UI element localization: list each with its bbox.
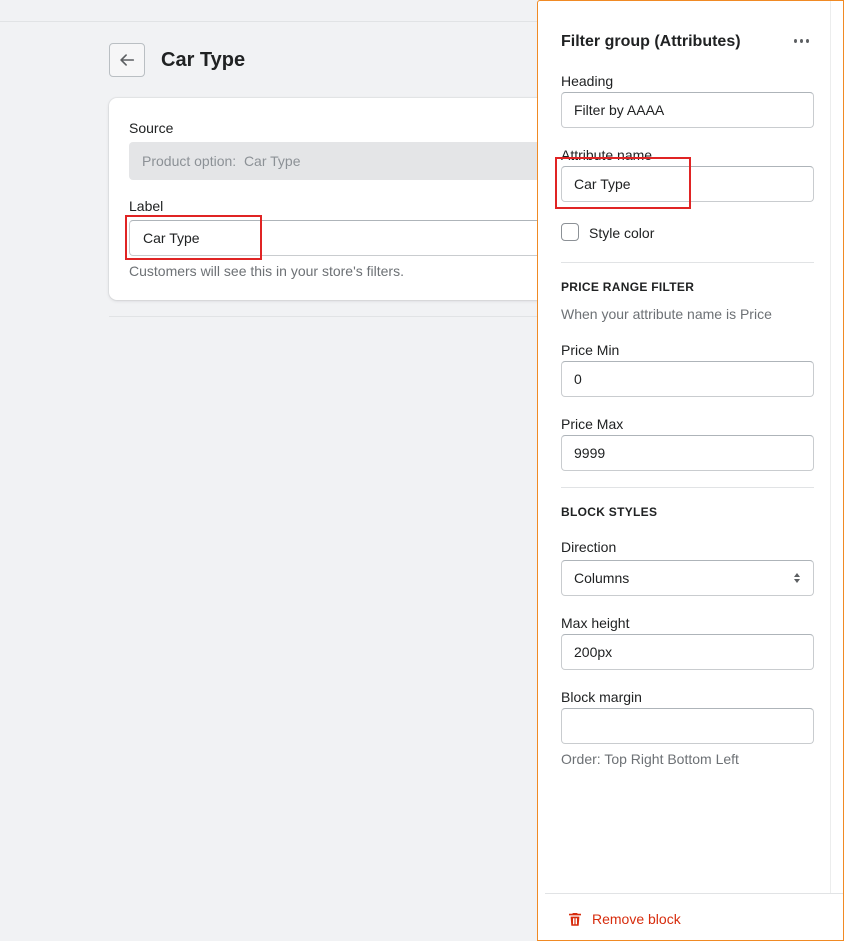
price-min-input[interactable]: 0 [561, 361, 814, 397]
direction-select-value: Columns [574, 570, 630, 586]
style-color-label: Style color [589, 225, 655, 241]
section-divider [561, 487, 814, 488]
arrow-left-icon [120, 54, 135, 66]
content-divider [109, 316, 539, 317]
attribute-name-input[interactable]: Car Type [561, 166, 814, 202]
price-max-input[interactable]: 9999 [561, 435, 814, 471]
block-styles-section-title: BLOCK STYLES [561, 505, 658, 519]
panel-title: Filter group (Attributes) [561, 33, 741, 50]
label-label: Label [129, 198, 164, 214]
style-color-checkbox[interactable] [561, 223, 579, 241]
settings-panel: Filter group (Attributes) Heading Filter… [537, 0, 844, 941]
max-height-input[interactable]: 200px [561, 634, 814, 670]
max-height-label: Max height [561, 615, 630, 631]
more-horizontal-icon[interactable] [792, 32, 810, 50]
heading-input-value: Filter by AAAA [574, 102, 665, 118]
direction-label: Direction [561, 539, 617, 555]
price-range-help: When your attribute name is Price [561, 306, 772, 322]
attribute-name-label: Attribute name [561, 147, 653, 163]
price-max-label: Price Max [561, 416, 624, 432]
price-max-value: 9999 [574, 445, 606, 461]
page-title: Car Type [161, 49, 246, 71]
remove-block-button[interactable]: Remove block [567, 911, 681, 927]
source-label: Source [129, 120, 174, 136]
max-height-value: 200px [574, 644, 613, 660]
heading-input[interactable]: Filter by AAAA [561, 92, 814, 128]
remove-block-label: Remove block [592, 911, 681, 927]
top-divider [0, 21, 540, 22]
label-help-text: Customers will see this in your store's … [129, 263, 404, 279]
label-input[interactable]: Car Type [129, 220, 559, 256]
trash-icon [569, 913, 581, 926]
price-min-label: Price Min [561, 342, 620, 358]
block-margin-help: Order: Top Right Bottom Left [561, 751, 739, 767]
direction-select[interactable]: Columns [561, 560, 814, 596]
price-range-section-title: PRICE RANGE FILTER [561, 280, 695, 294]
option-card: Source Product option: Car Type Label Ca… [109, 98, 559, 300]
back-button[interactable] [109, 43, 145, 77]
select-arrows-icon [794, 573, 800, 583]
source-field: Product option: Car Type [129, 142, 559, 180]
section-divider [561, 262, 814, 263]
heading-label: Heading [561, 73, 614, 89]
attribute-name-value: Car Type [574, 176, 631, 192]
price-min-value: 0 [574, 371, 582, 387]
block-margin-input[interactable] [561, 708, 814, 744]
label-input-value: Car Type [143, 230, 200, 246]
block-margin-label: Block margin [561, 689, 642, 705]
